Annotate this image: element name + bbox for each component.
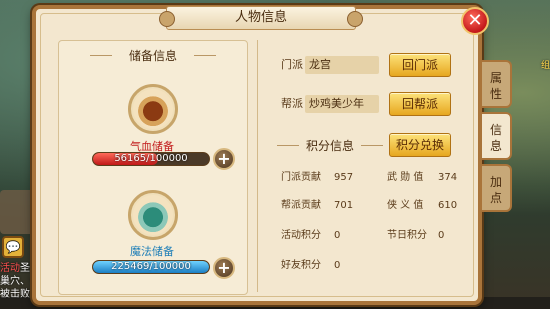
points-value: 0 bbox=[334, 230, 341, 241]
hp-potion-bowl-icon bbox=[128, 84, 178, 134]
points-value: 374 bbox=[438, 172, 458, 183]
sect-value: 龙宫 bbox=[305, 56, 379, 74]
points-section-title: 积分信息 bbox=[277, 139, 383, 153]
guild-label: 帮派 bbox=[281, 97, 303, 110]
panel-title: 人物信息 bbox=[159, 6, 363, 30]
points-label: 侠 义 值 bbox=[387, 200, 424, 211]
hud-activity-tag: 活动 bbox=[0, 263, 20, 274]
guild-value: 炒鸡美少年 bbox=[305, 95, 379, 113]
mp-storage-value: 225469/100000 bbox=[111, 261, 191, 272]
return-guild-button[interactable]: 回帮派 bbox=[389, 92, 451, 116]
close-button[interactable]: ✕ bbox=[461, 7, 489, 35]
return-sect-button[interactable]: 回门派 bbox=[389, 53, 451, 77]
sect-label: 门派 bbox=[281, 58, 303, 71]
hp-add-button[interactable]: + bbox=[213, 148, 235, 170]
points-value: 957 bbox=[334, 172, 354, 183]
points-label: 武 勋 值 bbox=[387, 172, 424, 183]
right-hud-label: 组 bbox=[540, 61, 550, 71]
points-label: 帮派贡献 bbox=[281, 200, 321, 211]
mp-add-button[interactable]: + bbox=[213, 257, 235, 279]
tab-add-points[interactable]: 加 点 bbox=[482, 164, 512, 212]
mp-potion-bowl-icon bbox=[128, 190, 178, 240]
plus-icon: + bbox=[217, 258, 231, 277]
points-value: 610 bbox=[438, 200, 458, 211]
points-value: 0 bbox=[438, 230, 445, 241]
column-divider bbox=[257, 40, 258, 292]
chat-icon[interactable]: 💬 bbox=[2, 236, 24, 258]
plus-icon: + bbox=[217, 149, 231, 168]
points-value: 0 bbox=[334, 260, 341, 271]
points-label: 门派贡献 bbox=[281, 172, 321, 183]
points-label: 好友积分 bbox=[281, 260, 321, 271]
tab-info[interactable]: 信 息 bbox=[482, 112, 512, 160]
points-label: 节日积分 bbox=[387, 230, 427, 241]
mp-storage-label: 魔法储备 bbox=[130, 245, 174, 258]
tab-attributes[interactable]: 属 性 bbox=[482, 60, 512, 108]
hp-storage-value: 56165/100000 bbox=[114, 153, 188, 164]
storage-section-title: 储备信息 bbox=[90, 47, 216, 65]
points-value: 701 bbox=[334, 200, 354, 211]
points-exchange-button[interactable]: 积分兑换 bbox=[389, 133, 451, 157]
close-icon: ✕ bbox=[467, 10, 483, 31]
points-label: 活动积分 bbox=[281, 230, 321, 241]
mp-storage-bar: 225469/100000 bbox=[92, 260, 210, 274]
hp-storage-bar: 56165/100000 bbox=[92, 152, 210, 166]
